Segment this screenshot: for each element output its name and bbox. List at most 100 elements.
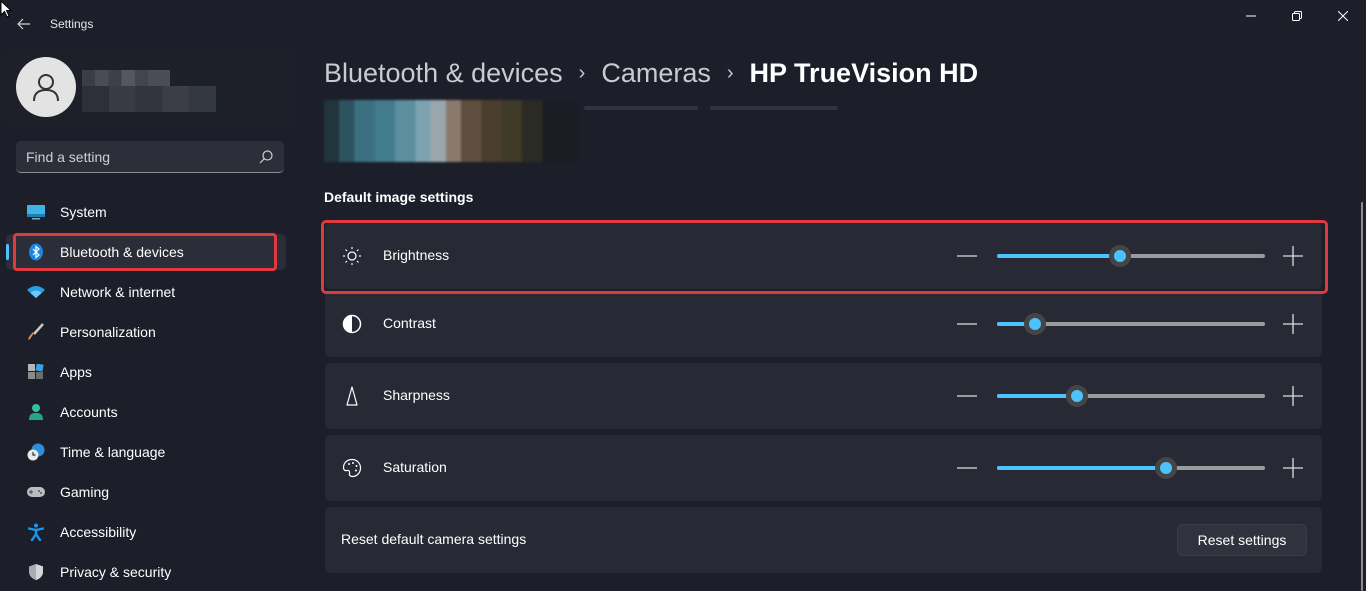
search-box[interactable] xyxy=(16,141,284,173)
slider-fill xyxy=(997,466,1166,470)
wifi-icon xyxy=(26,283,46,301)
decrease-saturation-button[interactable] xyxy=(955,456,979,480)
setting-card-contrast: Contrast xyxy=(325,291,1322,357)
sidebar-item-label: Network & internet xyxy=(60,284,176,300)
preview-button-partial[interactable] xyxy=(710,106,838,110)
back-button[interactable] xyxy=(12,12,36,36)
setting-label: Saturation xyxy=(383,459,447,475)
minimize-button[interactable] xyxy=(1228,0,1274,32)
breadcrumb-bluetooth-devices[interactable]: Bluetooth & devices xyxy=(324,58,563,89)
sidebar-item-apps[interactable]: Apps xyxy=(6,354,286,390)
shield-icon xyxy=(26,563,46,581)
close-button[interactable] xyxy=(1320,0,1366,32)
gamepad-icon xyxy=(26,483,46,501)
contrast-slider[interactable] xyxy=(997,313,1265,335)
minimize-icon xyxy=(1246,15,1256,17)
minus-icon xyxy=(957,255,977,257)
setting-label: Brightness xyxy=(383,247,450,263)
plus-icon xyxy=(1283,314,1303,334)
saturation-slider[interactable] xyxy=(997,457,1265,479)
minus-icon xyxy=(957,467,977,469)
setting-card-saturation: Saturation xyxy=(325,435,1322,501)
setting-card-brightness: Brightness xyxy=(325,223,1322,289)
sidebar-item-time-language[interactable]: Time & language xyxy=(6,434,286,470)
setting-card-sharpness: Sharpness xyxy=(325,363,1322,429)
sidebar-item-accounts[interactable]: Accounts xyxy=(6,394,286,430)
increase-brightness-button[interactable] xyxy=(1281,244,1305,268)
sidebar-item-label: System xyxy=(60,204,107,220)
clock-globe-icon xyxy=(26,443,46,461)
sidebar-item-label: Apps xyxy=(60,364,92,380)
sidebar-item-bluetooth-devices[interactable]: Bluetooth & devices xyxy=(6,234,286,270)
sidebar-item-label: Accessibility xyxy=(60,524,137,540)
breadcrumb-current-page: HP TrueVision HD xyxy=(749,58,979,88)
decrease-sharpness-button[interactable] xyxy=(955,384,979,408)
breadcrumb-cameras[interactable]: Cameras xyxy=(601,58,711,89)
chevron-right-icon: › xyxy=(578,62,586,84)
sidebar-item-gaming[interactable]: Gaming xyxy=(6,474,286,510)
reset-card: Reset default camera settings Reset sett… xyxy=(325,507,1322,573)
increase-contrast-button[interactable] xyxy=(1281,312,1305,336)
slider-thumb[interactable] xyxy=(1154,457,1177,479)
brush-icon xyxy=(26,323,46,341)
scrollbar[interactable] xyxy=(1361,202,1363,591)
sidebar-item-label: Time & language xyxy=(60,444,166,460)
increase-saturation-button[interactable] xyxy=(1281,456,1305,480)
sidebar-item-personalization[interactable]: Personalization xyxy=(6,314,286,350)
reset-label: Reset default camera settings xyxy=(341,531,527,547)
apps-icon xyxy=(26,363,46,381)
slider-thumb[interactable] xyxy=(1066,385,1089,407)
section-title: Default image settings xyxy=(324,189,474,205)
plus-icon xyxy=(1283,458,1303,478)
chevron-right-icon: › xyxy=(726,62,734,84)
sharpness-icon xyxy=(341,385,363,407)
sidebar-item-label: Personalization xyxy=(60,324,156,340)
restore-button[interactable] xyxy=(1274,0,1320,32)
contrast-icon xyxy=(341,313,363,335)
slider-fill xyxy=(997,394,1078,398)
preview-button-partial[interactable] xyxy=(584,106,698,110)
close-icon xyxy=(1338,11,1348,21)
brightness-slider[interactable] xyxy=(997,245,1265,267)
reset-settings-button[interactable]: Reset settings xyxy=(1177,524,1307,556)
sidebar-item-label: Accounts xyxy=(60,404,118,420)
sidebar-item-accessibility[interactable]: Accessibility xyxy=(6,514,286,550)
accessibility-icon xyxy=(26,523,46,541)
search-input[interactable] xyxy=(26,141,246,172)
minus-icon xyxy=(957,323,977,325)
minus-icon xyxy=(957,395,977,397)
sun-icon xyxy=(341,245,363,267)
palette-icon xyxy=(341,457,363,479)
sidebar-item-network-internet[interactable]: Network & internet xyxy=(6,274,286,310)
title-bar: Settings xyxy=(0,0,1366,48)
search-icon[interactable] xyxy=(258,149,274,165)
sidebar-item-system[interactable]: System xyxy=(6,194,286,230)
sidebar-nav: System Bluetooth & devices Network & int… xyxy=(6,194,286,591)
decrease-brightness-button[interactable] xyxy=(955,244,979,268)
setting-label: Contrast xyxy=(383,315,436,331)
plus-icon xyxy=(1283,386,1303,406)
arrow-left-icon xyxy=(17,18,30,30)
decrease-contrast-button[interactable] xyxy=(955,312,979,336)
slider-thumb[interactable] xyxy=(1023,313,1046,335)
sidebar-item-privacy-security[interactable]: Privacy & security xyxy=(6,554,286,590)
camera-preview xyxy=(324,100,578,162)
profile-email-blurred xyxy=(82,86,216,112)
sidebar-item-label: Privacy & security xyxy=(60,564,172,580)
plus-icon xyxy=(1283,246,1303,266)
sidebar-item-label: Gaming xyxy=(60,484,110,500)
avatar[interactable] xyxy=(16,57,76,117)
restore-icon xyxy=(1292,11,1302,21)
account-icon xyxy=(26,403,46,421)
slider-thumb[interactable] xyxy=(1109,245,1132,267)
sharpness-slider[interactable] xyxy=(997,385,1265,407)
slider-fill xyxy=(997,254,1121,258)
bluetooth-icon xyxy=(26,243,46,261)
profile-name-blurred xyxy=(82,70,170,86)
app-title: Settings xyxy=(50,17,94,31)
breadcrumb: Bluetooth & devices › Cameras › HP TrueV… xyxy=(324,58,978,89)
sidebar-item-label: Bluetooth & devices xyxy=(60,244,184,260)
monitor-icon xyxy=(26,203,46,221)
person-icon xyxy=(33,74,59,102)
increase-sharpness-button[interactable] xyxy=(1281,384,1305,408)
